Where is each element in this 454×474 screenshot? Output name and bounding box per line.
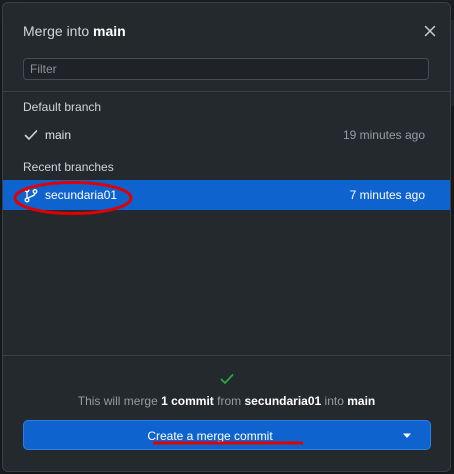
branch-row-main[interactable]: main 19 minutes ago xyxy=(3,120,450,150)
title-prefix: Merge into xyxy=(23,23,94,39)
git-branch-icon xyxy=(24,187,38,203)
filter-input[interactable] xyxy=(23,58,429,80)
branch-time: 7 minutes ago xyxy=(349,188,425,202)
recent-branches-heading: Recent branches xyxy=(23,160,114,174)
branch-time: 19 minutes ago xyxy=(342,128,425,142)
dialog-title: Merge into main xyxy=(23,23,126,39)
filter-divider xyxy=(3,91,450,92)
close-button[interactable] xyxy=(420,21,440,41)
branch-name: main xyxy=(45,128,72,142)
summary-text: This will merge xyxy=(77,394,162,408)
default-branch-heading: Default branch xyxy=(23,100,102,114)
footer-divider xyxy=(3,355,450,356)
check-icon xyxy=(24,130,38,140)
caret-down-icon[interactable] xyxy=(402,432,412,440)
branch-name: secundaria01 xyxy=(45,188,118,202)
summary-source-branch: secundaria01 xyxy=(244,394,322,408)
branch-row-secundaria01[interactable]: secundaria01 7 minutes ago xyxy=(3,180,450,210)
merge-dialog: Merge into main Default branch main 19 m… xyxy=(2,2,451,472)
button-label: Create a merge commit xyxy=(147,429,273,443)
check-icon xyxy=(220,374,234,384)
summary-text: from xyxy=(213,394,245,408)
dialog-header: Merge into main xyxy=(3,3,450,47)
summary-commit-count: 1 commit xyxy=(161,394,214,408)
create-merge-commit-button[interactable]: Create a merge commit xyxy=(23,420,431,450)
merge-summary: This will merge 1 commit from secundaria… xyxy=(3,394,450,408)
close-icon xyxy=(424,25,436,37)
title-branch: main xyxy=(93,23,126,39)
summary-target-branch: main xyxy=(347,394,376,408)
summary-text: into xyxy=(321,394,348,408)
